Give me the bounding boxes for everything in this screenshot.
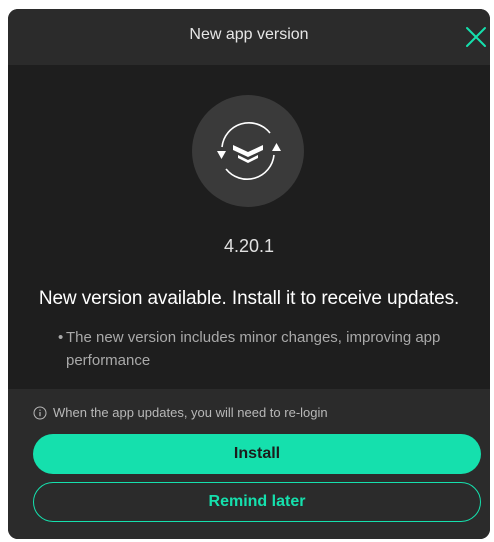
dialog-footer: When the app updates, you will need to r…: [8, 389, 490, 539]
version-number: 4.20.1: [223, 236, 275, 256]
change-list-item: • The new version includes minor changes…: [58, 326, 482, 372]
close-icon: [466, 27, 486, 47]
update-dialog: New app version 4.20.1 New version avail…: [8, 9, 490, 539]
remind-later-button[interactable]: Remind later: [33, 482, 481, 522]
update-arrows-icon: [217, 122, 281, 180]
dialog-title: New app version: [189, 26, 309, 43]
notice-text: When the app updates, you will need to r…: [53, 405, 328, 420]
app-update-badge: [192, 95, 304, 207]
change-text: The new version includes minor changes, …: [66, 329, 441, 369]
update-headline: New version available. Install it to rec…: [38, 288, 460, 309]
bullet-dot: •: [58, 329, 64, 346]
info-icon: [33, 406, 47, 420]
dialog-header: New app version: [8, 9, 490, 65]
close-button[interactable]: [464, 25, 488, 49]
relogin-notice: When the app updates, you will need to r…: [33, 405, 328, 421]
install-button[interactable]: Install: [33, 434, 481, 474]
